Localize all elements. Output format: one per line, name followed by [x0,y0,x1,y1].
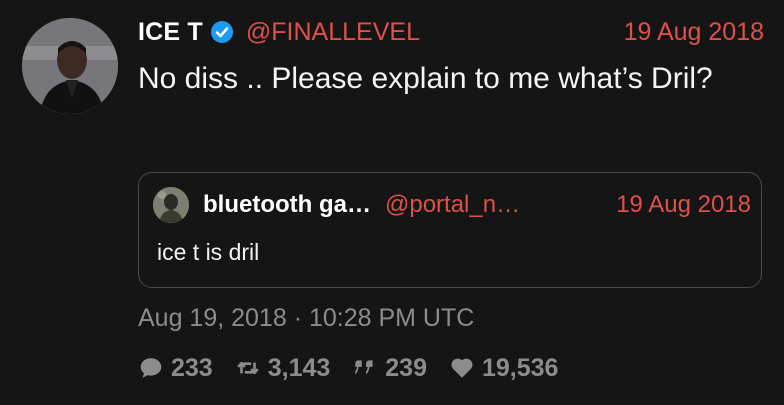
quote-icon [355,360,373,375]
retweet-stat[interactable]: 3,143 [235,353,331,383]
verified-badge-icon [210,21,233,43]
quoted-author-avatar[interactable] [153,187,189,223]
reply-stat[interactable]: 233 [138,354,213,383]
quote-stat[interactable]: 239 [352,354,427,383]
retweet-icon [236,361,259,375]
author-avatar[interactable] [22,18,118,114]
tweet-header: ICE T @FINALLEVEL 19 Aug 2018 [138,14,764,50]
tweet-timestamp[interactable]: Aug 19, 2018 · 10:28 PM UTC [138,304,474,333]
quoted-tweet-date[interactable]: 19 Aug 2018 [616,191,751,219]
tweet-text: No diss .. Please explain to me what’s D… [138,62,713,95]
tweet-date[interactable]: 19 Aug 2018 [624,18,764,47]
quoted-avatar-image [153,187,189,223]
heart-icon [451,358,473,378]
reply-count: 233 [171,353,213,382]
like-stat[interactable]: 19,536 [449,354,558,383]
tweet-stats: 233 3,143 239 19,536 [138,350,580,386]
retweet-count: 3,143 [267,353,331,382]
quoted-tweet-header: bluetooth ga… @portal_n… 19 Aug 2018 [153,187,751,223]
quote-count: 239 [385,353,427,382]
quoted-tweet-text: ice t is dril [157,239,260,265]
avatar-image [22,18,118,114]
author-handle[interactable]: @FINALLEVEL [246,18,420,47]
author-name[interactable]: ICE T [138,18,203,47]
reply-icon [140,358,162,378]
quoted-author-name[interactable]: bluetooth ga… [203,191,371,219]
quoted-tweet-card[interactable]: bluetooth ga… @portal_n… 19 Aug 2018 ice… [138,172,762,288]
quoted-author-handle[interactable]: @portal_n… [385,191,520,219]
like-count: 19,536 [482,353,559,382]
